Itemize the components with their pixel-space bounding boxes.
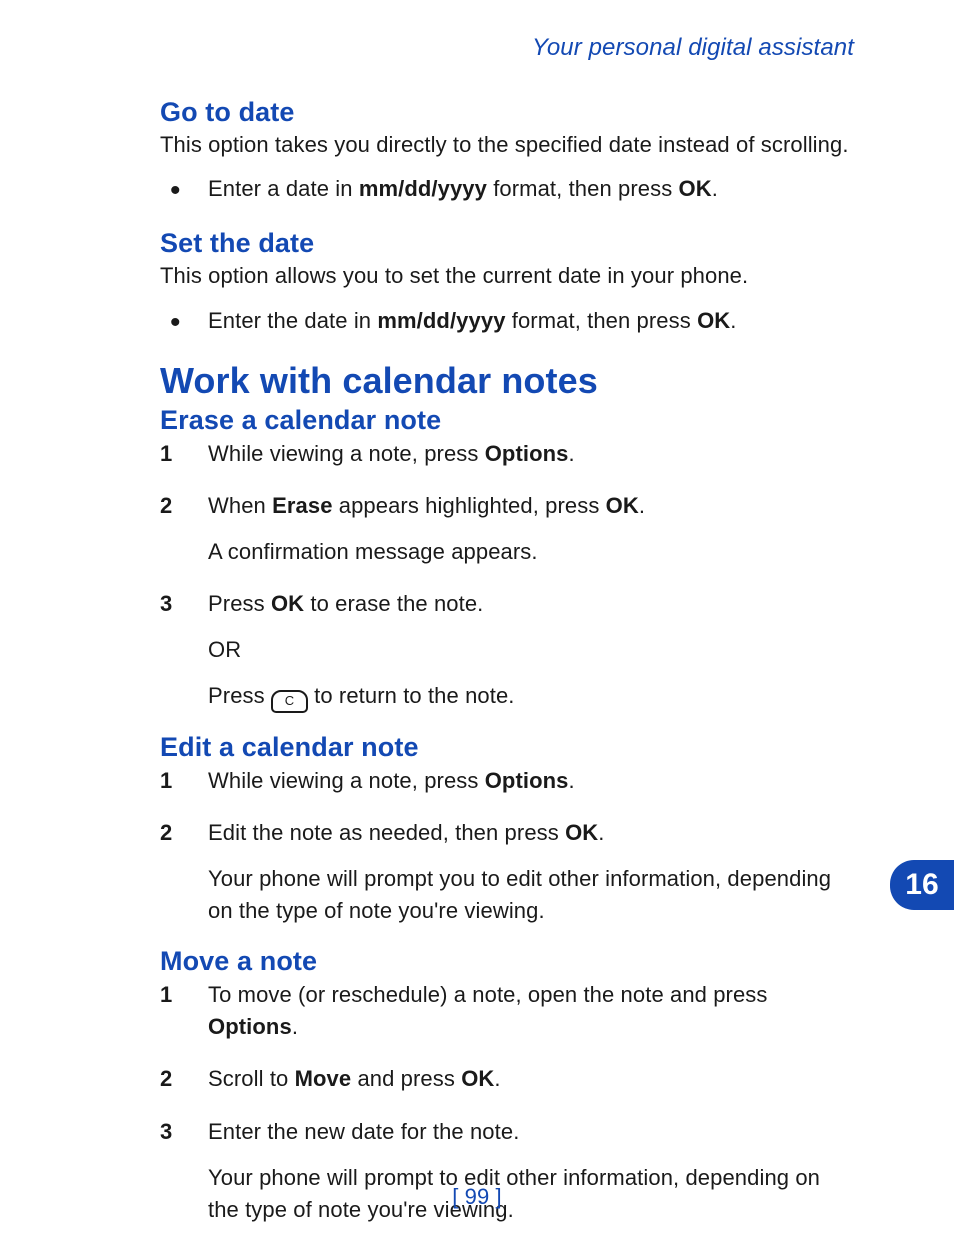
erase-step-3-alt: Press C to return to the note.: [208, 680, 854, 713]
move-step-1: 1 To move (or reschedule) a note, open t…: [160, 979, 854, 1043]
bold: OK: [461, 1066, 494, 1091]
bold: Erase: [272, 493, 332, 518]
text: appears highlighted, press: [333, 493, 606, 518]
text: .: [569, 441, 575, 466]
text: format, then press: [487, 176, 679, 201]
edit-step-2: 2 Edit the note as needed, then press OK…: [160, 817, 854, 927]
bold: Options: [208, 1014, 292, 1039]
text: .: [730, 308, 736, 333]
text: .: [569, 768, 575, 793]
text: Press: [208, 683, 271, 708]
page-number: [ 99 ]: [0, 1184, 954, 1210]
text: Enter the date in: [208, 308, 377, 333]
text: .: [494, 1066, 500, 1091]
bold: OK: [679, 176, 712, 201]
c-key-icon: C: [271, 690, 308, 713]
erase-step-3: 3 Press OK to erase the note. OR Press C…: [160, 588, 854, 713]
heading-move-note: Move a note: [160, 947, 854, 977]
text: to erase the note.: [304, 591, 483, 616]
page-header: Your personal digital assistant: [160, 0, 854, 62]
text: .: [712, 176, 718, 201]
step-number: 2: [160, 490, 172, 522]
heading-edit-note: Edit a calendar note: [160, 733, 854, 763]
bold: Move: [295, 1066, 352, 1091]
step-number: 3: [160, 1116, 172, 1148]
heading-set-the-date: Set the date: [160, 229, 854, 259]
set-the-date-desc: This option allows you to set the curren…: [160, 261, 854, 291]
bold: mm/dd/yyyy: [359, 176, 487, 201]
go-to-date-bullet: Enter a date in mm/dd/yyyy format, then …: [160, 173, 854, 205]
edit-step-2-note: Your phone will prompt you to edit other…: [208, 863, 854, 927]
go-to-date-desc: This option takes you directly to the sp…: [160, 130, 854, 160]
heading-go-to-date: Go to date: [160, 98, 854, 128]
text: While viewing a note, press: [208, 441, 485, 466]
erase-step-1: 1 While viewing a note, press Options.: [160, 438, 854, 470]
text: .: [639, 493, 645, 518]
text: Enter a date in: [208, 176, 359, 201]
text: .: [292, 1014, 298, 1039]
text: Scroll to: [208, 1066, 295, 1091]
move-step-2: 2 Scroll to Move and press OK.: [160, 1063, 854, 1095]
text: .: [598, 820, 604, 845]
erase-step-3-or: OR: [208, 634, 854, 666]
heading-work-with-notes: Work with calendar notes: [160, 361, 854, 401]
step-number: 1: [160, 438, 172, 470]
chapter-tab: 16: [890, 860, 954, 910]
step-number: 1: [160, 979, 172, 1011]
bold: Options: [485, 441, 569, 466]
step-number: 2: [160, 1063, 172, 1095]
set-the-date-bullet: Enter the date in mm/dd/yyyy format, the…: [160, 305, 854, 337]
step-number: 1: [160, 765, 172, 797]
text: and press: [351, 1066, 461, 1091]
bold: mm/dd/yyyy: [377, 308, 505, 333]
text: Enter the new date for the note.: [208, 1119, 519, 1144]
erase-step-2: 2 When Erase appears highlighted, press …: [160, 490, 854, 568]
edit-step-1: 1 While viewing a note, press Options.: [160, 765, 854, 797]
bold: OK: [271, 591, 304, 616]
bold: OK: [606, 493, 639, 518]
erase-step-2-note: A confirmation message appears.: [208, 536, 854, 568]
text: To move (or reschedule) a note, open the…: [208, 982, 768, 1007]
text: Edit the note as needed, then press: [208, 820, 565, 845]
bold: OK: [565, 820, 598, 845]
text: Press: [208, 591, 271, 616]
text: to return to the note.: [308, 683, 515, 708]
text: format, then press: [506, 308, 698, 333]
step-number: 3: [160, 588, 172, 620]
text: While viewing a note, press: [208, 768, 485, 793]
bold: OK: [697, 308, 730, 333]
step-number: 2: [160, 817, 172, 849]
heading-erase-note: Erase a calendar note: [160, 406, 854, 436]
bold: Options: [485, 768, 569, 793]
text: When: [208, 493, 272, 518]
